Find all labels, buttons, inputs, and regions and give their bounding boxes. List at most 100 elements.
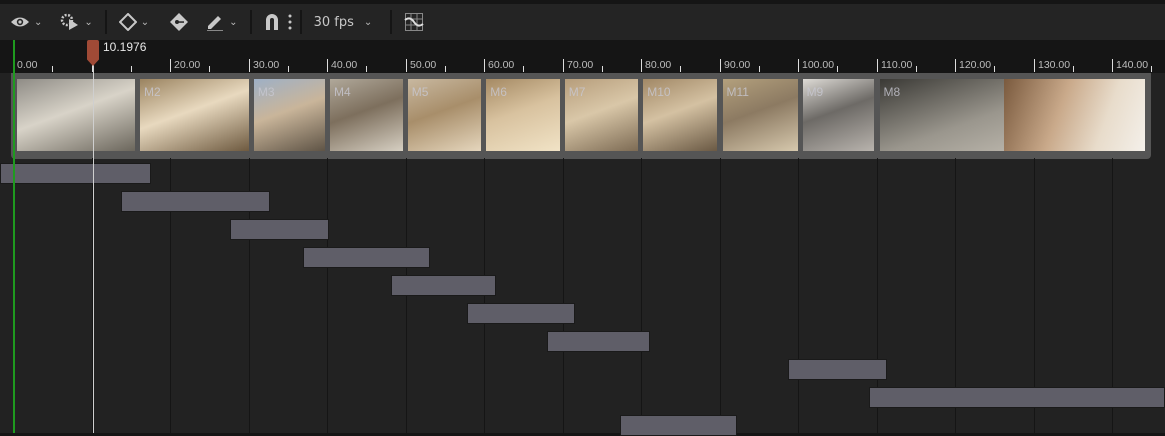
ruler-minor-tick [288,66,289,72]
ruler-label: 120.00 [959,59,992,71]
ruler-major-tick [1112,59,1113,72]
ruler-minor-tick [680,66,681,72]
shot-section[interactable]: M7 [564,79,639,151]
ruler-label: 110.00 [881,59,913,71]
ruler-major-tick [720,59,721,72]
snap-toggle-button[interactable] [258,4,286,40]
chevron-down-icon: ⌄ [34,16,43,28]
shot-section[interactable]: M8 [879,79,1146,151]
key-property-button[interactable] [163,4,195,40]
shot-bar[interactable] [466,303,576,324]
playhead-line [93,60,94,433]
playhead-time: 10.1976 [103,40,147,54]
shot-section[interactable]: M10 [643,79,718,151]
shot-label: M11 [726,85,749,99]
ruler-major-tick [170,59,171,72]
chevron-down-icon: ⌄ [84,16,93,28]
curve-editor-button[interactable] [398,4,430,40]
ruler-major-tick [484,59,485,72]
ruler-major-tick [877,59,878,72]
ruler-minor-tick [131,66,132,72]
chevron-down-icon: ⌄ [363,16,373,28]
shot-bar[interactable] [121,191,270,212]
shot-section[interactable]: M9 [802,79,875,151]
curve-grid-icon [404,13,424,31]
edit-tool-button[interactable]: ⌄ [199,4,243,40]
key-tag-icon [170,13,189,31]
ruler-label: 90.00 [724,59,751,71]
grid-line [327,158,328,433]
view-options-button[interactable]: ⌄ [4,4,48,40]
shot-label: M9 [806,85,824,99]
ruler-major-tick [641,59,642,72]
ruler-minor-tick [1151,66,1152,72]
fps-dropdown[interactable]: 30 fps ⌄ [308,4,379,40]
diamond-key-icon [118,13,137,31]
toolbar-divider [249,10,252,34]
snap-options-button[interactable] [286,4,294,40]
shot-section[interactable]: M3 [253,79,325,151]
shot-label: M10 [647,85,671,99]
shot-section[interactable]: M6 [486,79,560,151]
chevron-down-icon: ⌄ [229,16,238,28]
ruler-label: 20.00 [174,59,201,71]
sequencer-toolbar: ⌄ ⌄ ⌄ ⌄ 30 fps ⌄ [0,4,1165,40]
ruler-major-tick [798,59,799,72]
ruler-minor-tick [523,66,524,72]
toolbar-divider [390,10,393,34]
time-ruler[interactable]: 0.00 20.00 30.00 40.00 50.00 60.00 70.00 80.00 9… [0,40,1165,73]
ruler-major-tick [327,59,328,72]
playback-options-button[interactable]: ⌄ [54,4,98,40]
ruler-minor-tick [837,66,838,72]
ruler-label: 40.00 [331,59,358,71]
playback-start-marker[interactable] [13,40,15,433]
grid-line [641,158,642,433]
shot-label: M8 [883,85,901,99]
ruler-minor-tick [52,66,53,72]
shot-bar[interactable] [229,219,330,240]
shot-bar[interactable] [868,387,1165,408]
ruler-minor-tick [209,66,210,72]
ruler-label: 80.00 [645,59,672,71]
ruler-label: 140.00 [1116,59,1149,71]
ruler-label: 50.00 [410,59,437,71]
shot-section[interactable]: M4 [330,79,403,151]
ruler-label: 30.00 [253,59,280,71]
toolbar-divider [104,10,107,34]
shot-label: M3 [257,85,275,99]
vertical-dots-icon [288,14,292,30]
shot-bar[interactable] [787,359,887,380]
ruler-minor-tick [602,66,603,72]
gear-play-icon [61,13,79,30]
grid-line [720,158,721,433]
toolbar-divider [299,10,302,34]
shot-thumbnail [1003,79,1146,151]
shot-section[interactable]: M5 [407,79,482,151]
shot-section[interactable]: M2 [140,79,249,151]
ruler-minor-tick [445,66,446,72]
ruler-minor-tick [916,66,917,72]
shot-bar[interactable] [0,163,152,184]
key-options-button[interactable]: ⌄ [113,4,155,40]
shot-bar[interactable] [391,275,496,296]
pencil-icon [207,16,224,31]
shot-section[interactable] [17,79,136,151]
grid-line [563,158,564,433]
shot-section[interactable]: M11 [722,79,798,151]
shot-label: M5 [411,85,429,99]
ruler-minor-tick [1073,66,1074,72]
shot-thumbnail [17,79,136,151]
ruler-label: 0.00 [17,59,38,71]
shot-label: M6 [490,85,507,99]
ruler-minor-tick [994,66,995,72]
shot-bar[interactable] [302,247,430,268]
ruler-label: 130.00 [1038,59,1071,71]
track-area: M2 M3 M4 M5 M6 M7 M10 M11 M9 M8 [0,73,1165,436]
shot-bar[interactable] [546,331,650,352]
shot-label: M2 [144,85,161,99]
ruler-major-tick [249,59,250,72]
grid-line [798,158,799,433]
fps-label: 30 fps [313,14,354,30]
ruler-minor-tick [759,66,760,72]
ruler-major-tick [955,59,956,72]
